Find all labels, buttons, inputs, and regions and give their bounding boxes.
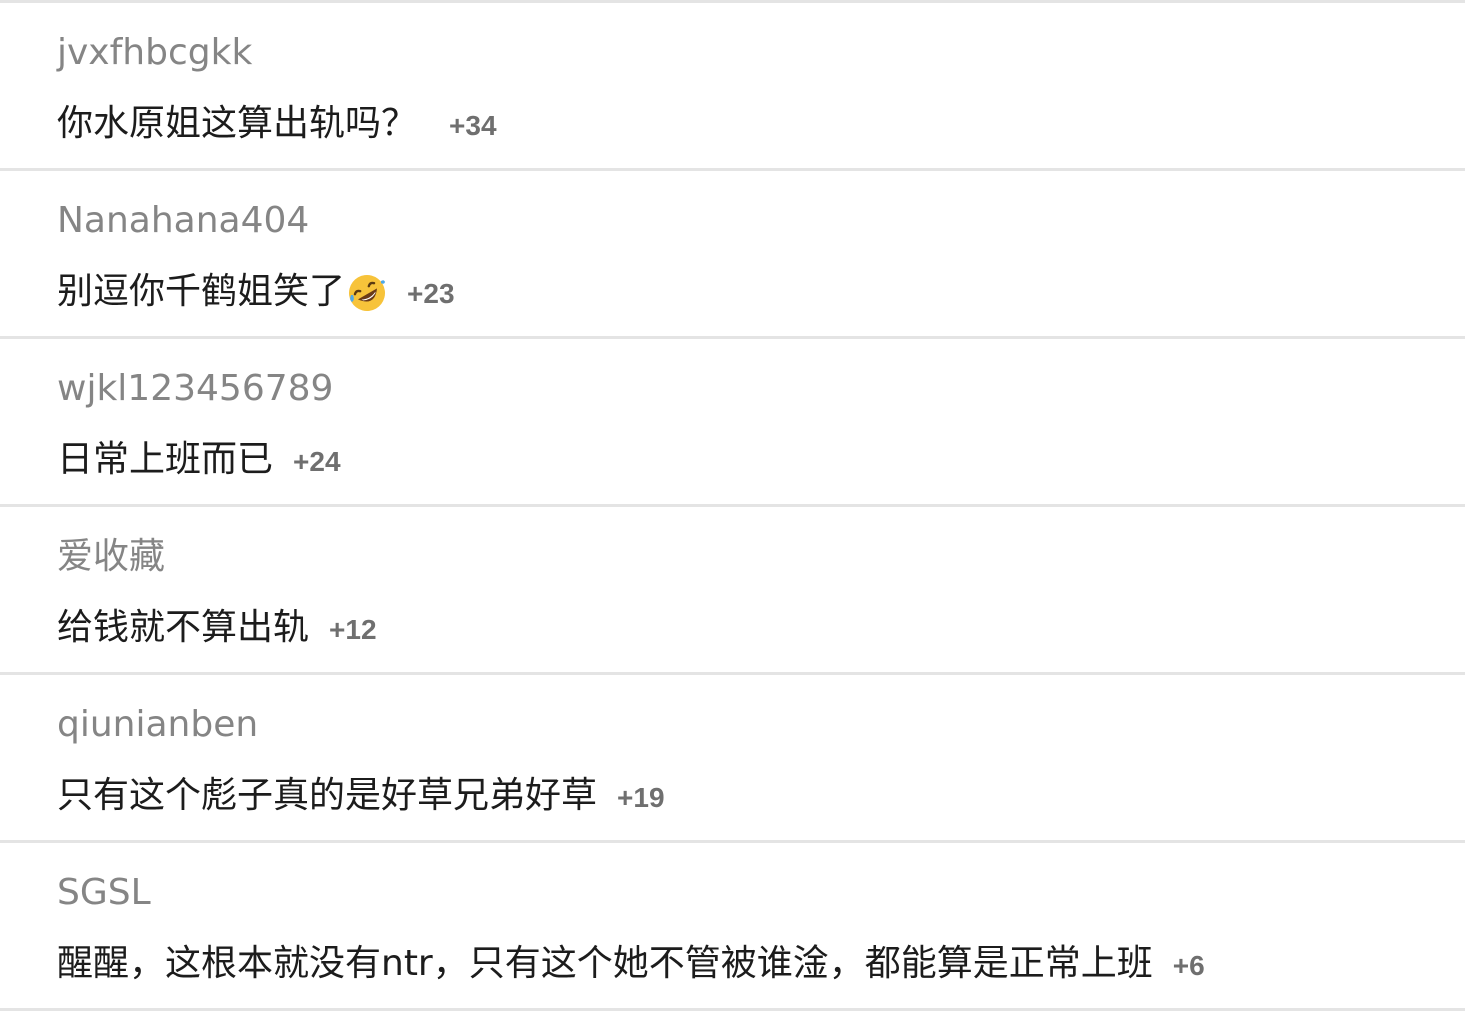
comment-username[interactable]: qiunianben — [57, 703, 258, 747]
comment-item[interactable]: Nanahana404 别逗你千鹤姐笑了 +23 — [0, 171, 1465, 336]
comment-text: 醒醒，这根本就没有ntr，只有这个她不管被谁淦，都能算是正常上班 — [57, 943, 1153, 984]
rolling-on-floor-laughing-icon — [347, 273, 387, 313]
comment-score: +24 — [293, 446, 341, 477]
comment-item[interactable]: jvxfhbcgkk 你水原姐这算出轨吗？ +34 — [0, 3, 1465, 168]
comment-username[interactable]: SGSL — [57, 871, 151, 915]
comment-score: +23 — [407, 278, 455, 309]
comment-list: jvxfhbcgkk 你水原姐这算出轨吗？ +34 Nanahana404 别逗… — [0, 0, 1465, 1011]
comment-text: 只有这个彪子真的是好草兄弟好草 — [57, 775, 598, 816]
comment-body: 日常上班而已 +24 — [57, 438, 341, 482]
comment-body: 只有这个彪子真的是好草兄弟好草 +19 — [57, 774, 665, 818]
comment-body: 别逗你千鹤姐笑了 +23 — [57, 270, 455, 314]
comment-text: 日常上班而已 — [57, 439, 274, 480]
comment-score: +12 — [329, 614, 377, 645]
comment-item[interactable]: 爱收藏 给钱就不算出轨 +12 — [0, 507, 1465, 672]
comment-item[interactable]: qiunianben 只有这个彪子真的是好草兄弟好草 +19 — [0, 675, 1465, 840]
comment-text: 你水原姐这算出轨吗？ — [57, 103, 418, 144]
comment-item[interactable]: wjkl123456789 日常上班而已 +24 — [0, 339, 1465, 504]
comment-body: 醒醒，这根本就没有ntr，只有这个她不管被谁淦，都能算是正常上班 +6 — [57, 942, 1205, 986]
comment-score: +19 — [617, 782, 665, 813]
comment-body: 你水原姐这算出轨吗？ +34 — [57, 102, 497, 146]
comment-username[interactable]: jvxfhbcgkk — [57, 31, 252, 75]
comment-score: +34 — [449, 110, 497, 141]
comment-body: 给钱就不算出轨 +12 — [57, 606, 377, 650]
comment-username[interactable]: wjkl123456789 — [57, 367, 333, 411]
comment-item[interactable]: SGSL 醒醒，这根本就没有ntr，只有这个她不管被谁淦，都能算是正常上班 +6 — [0, 843, 1465, 1008]
comment-score: +6 — [1172, 950, 1205, 981]
comment-text: 给钱就不算出轨 — [57, 607, 310, 648]
comment-username[interactable]: Nanahana404 — [57, 199, 309, 243]
comment-username[interactable]: 爱收藏 — [57, 535, 165, 579]
comment-text: 别逗你千鹤姐笑了 — [57, 271, 346, 312]
